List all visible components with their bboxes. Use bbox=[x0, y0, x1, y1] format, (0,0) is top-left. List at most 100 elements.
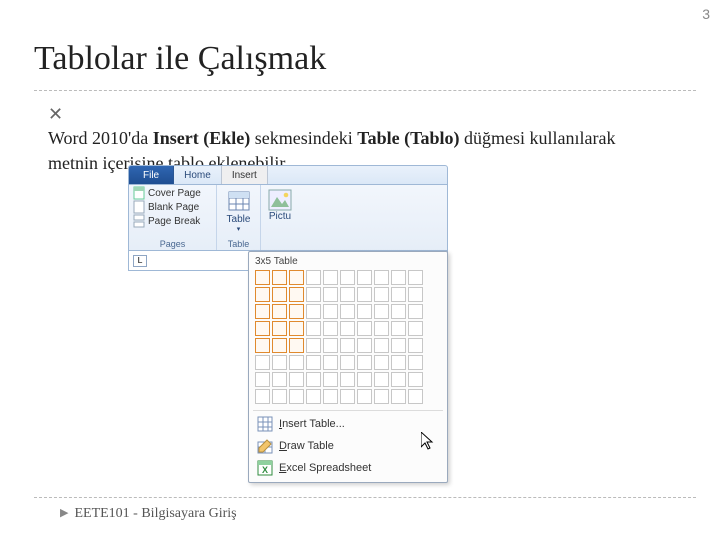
grid-cell[interactable] bbox=[340, 389, 355, 404]
grid-cell[interactable] bbox=[408, 304, 423, 319]
grid-cell[interactable] bbox=[289, 338, 304, 353]
table-button[interactable]: Table ▾ bbox=[221, 187, 256, 233]
grid-cell[interactable] bbox=[357, 287, 372, 302]
grid-cell[interactable] bbox=[374, 338, 389, 353]
cover-page-label: Cover Page bbox=[148, 188, 201, 199]
grid-cell[interactable] bbox=[391, 287, 406, 302]
insert-table-menu[interactable]: Insert Table... bbox=[253, 413, 443, 435]
grid-cell[interactable] bbox=[323, 372, 338, 387]
grid-cell[interactable] bbox=[306, 304, 321, 319]
grid-cell[interactable] bbox=[391, 321, 406, 336]
blank-page-button[interactable]: Blank Page bbox=[133, 201, 212, 213]
grid-cell[interactable] bbox=[306, 355, 321, 370]
grid-cell[interactable] bbox=[408, 389, 423, 404]
page-break-label: Page Break bbox=[148, 216, 200, 227]
grid-cell[interactable] bbox=[306, 321, 321, 336]
grid-cell[interactable] bbox=[272, 287, 287, 302]
grid-cell[interactable] bbox=[306, 338, 321, 353]
grid-cell[interactable] bbox=[408, 321, 423, 336]
grid-cell[interactable] bbox=[391, 355, 406, 370]
grid-cell[interactable] bbox=[391, 270, 406, 285]
grid-cell[interactable] bbox=[306, 270, 321, 285]
grid-cell[interactable] bbox=[306, 389, 321, 404]
grid-cell[interactable] bbox=[357, 270, 372, 285]
grid-cell[interactable] bbox=[374, 389, 389, 404]
tab-home[interactable]: Home bbox=[174, 166, 221, 184]
page-break-button[interactable]: Page Break bbox=[133, 215, 212, 227]
grid-cell[interactable] bbox=[306, 372, 321, 387]
group-tables-label: Table bbox=[221, 239, 256, 250]
grid-cell[interactable] bbox=[272, 321, 287, 336]
grid-cell[interactable] bbox=[255, 321, 270, 336]
grid-cell[interactable] bbox=[255, 355, 270, 370]
grid-cell[interactable] bbox=[357, 372, 372, 387]
tab-file[interactable]: File bbox=[129, 166, 174, 184]
grid-cell[interactable] bbox=[272, 372, 287, 387]
grid-cell[interactable] bbox=[289, 287, 304, 302]
grid-cell[interactable] bbox=[272, 270, 287, 285]
table-size-grid[interactable] bbox=[253, 270, 443, 408]
grid-cell[interactable] bbox=[408, 372, 423, 387]
grid-cell[interactable] bbox=[323, 321, 338, 336]
grid-cell[interactable] bbox=[340, 355, 355, 370]
grid-cell[interactable] bbox=[374, 372, 389, 387]
tab-insert[interactable]: Insert bbox=[221, 166, 268, 184]
grid-cell[interactable] bbox=[255, 287, 270, 302]
table-icon bbox=[227, 189, 251, 213]
grid-cell[interactable] bbox=[272, 389, 287, 404]
grid-cell[interactable] bbox=[408, 270, 423, 285]
grid-cell[interactable] bbox=[306, 287, 321, 302]
grid-cell[interactable] bbox=[391, 389, 406, 404]
grid-cell[interactable] bbox=[340, 304, 355, 319]
grid-cell[interactable] bbox=[391, 372, 406, 387]
grid-cell[interactable] bbox=[391, 338, 406, 353]
grid-cell[interactable] bbox=[323, 270, 338, 285]
grid-cell[interactable] bbox=[408, 355, 423, 370]
grid-cell[interactable] bbox=[340, 321, 355, 336]
group-pages: Cover Page Blank Page Page Break Pages bbox=[129, 185, 217, 250]
grid-cell[interactable] bbox=[323, 287, 338, 302]
footer-mark: ▶ bbox=[60, 506, 68, 519]
ruler-tab-marker[interactable]: L bbox=[133, 255, 147, 267]
grid-cell[interactable] bbox=[374, 270, 389, 285]
grid-cell[interactable] bbox=[340, 270, 355, 285]
grid-cell[interactable] bbox=[357, 304, 372, 319]
grid-cell[interactable] bbox=[255, 372, 270, 387]
cover-page-button[interactable]: Cover Page bbox=[133, 187, 212, 199]
grid-cell[interactable] bbox=[408, 287, 423, 302]
draw-table-menu[interactable]: Draw Table bbox=[253, 435, 443, 457]
grid-cell[interactable] bbox=[323, 304, 338, 319]
grid-cell[interactable] bbox=[272, 338, 287, 353]
grid-cell[interactable] bbox=[374, 304, 389, 319]
grid-cell[interactable] bbox=[289, 304, 304, 319]
grid-cell[interactable] bbox=[255, 270, 270, 285]
grid-cell[interactable] bbox=[289, 372, 304, 387]
grid-cell[interactable] bbox=[323, 338, 338, 353]
grid-cell[interactable] bbox=[408, 338, 423, 353]
grid-cell[interactable] bbox=[289, 270, 304, 285]
grid-cell[interactable] bbox=[272, 355, 287, 370]
grid-cell[interactable] bbox=[357, 338, 372, 353]
grid-cell[interactable] bbox=[289, 389, 304, 404]
excel-spreadsheet-menu[interactable]: XExcel Spreadsheet bbox=[253, 457, 443, 479]
grid-cell[interactable] bbox=[323, 355, 338, 370]
grid-cell[interactable] bbox=[289, 355, 304, 370]
grid-cell[interactable] bbox=[374, 287, 389, 302]
grid-cell[interactable] bbox=[340, 338, 355, 353]
picture-button[interactable]: Pictu bbox=[265, 187, 295, 222]
grid-cell[interactable] bbox=[374, 355, 389, 370]
grid-cell[interactable] bbox=[272, 304, 287, 319]
grid-cell[interactable] bbox=[323, 389, 338, 404]
blank-page-icon bbox=[133, 201, 145, 213]
grid-cell[interactable] bbox=[340, 372, 355, 387]
grid-cell[interactable] bbox=[357, 389, 372, 404]
grid-cell[interactable] bbox=[357, 321, 372, 336]
grid-cell[interactable] bbox=[374, 321, 389, 336]
grid-cell[interactable] bbox=[340, 287, 355, 302]
grid-cell[interactable] bbox=[391, 304, 406, 319]
grid-cell[interactable] bbox=[357, 355, 372, 370]
grid-cell[interactable] bbox=[255, 389, 270, 404]
grid-cell[interactable] bbox=[255, 304, 270, 319]
grid-cell[interactable] bbox=[255, 338, 270, 353]
grid-cell[interactable] bbox=[289, 321, 304, 336]
